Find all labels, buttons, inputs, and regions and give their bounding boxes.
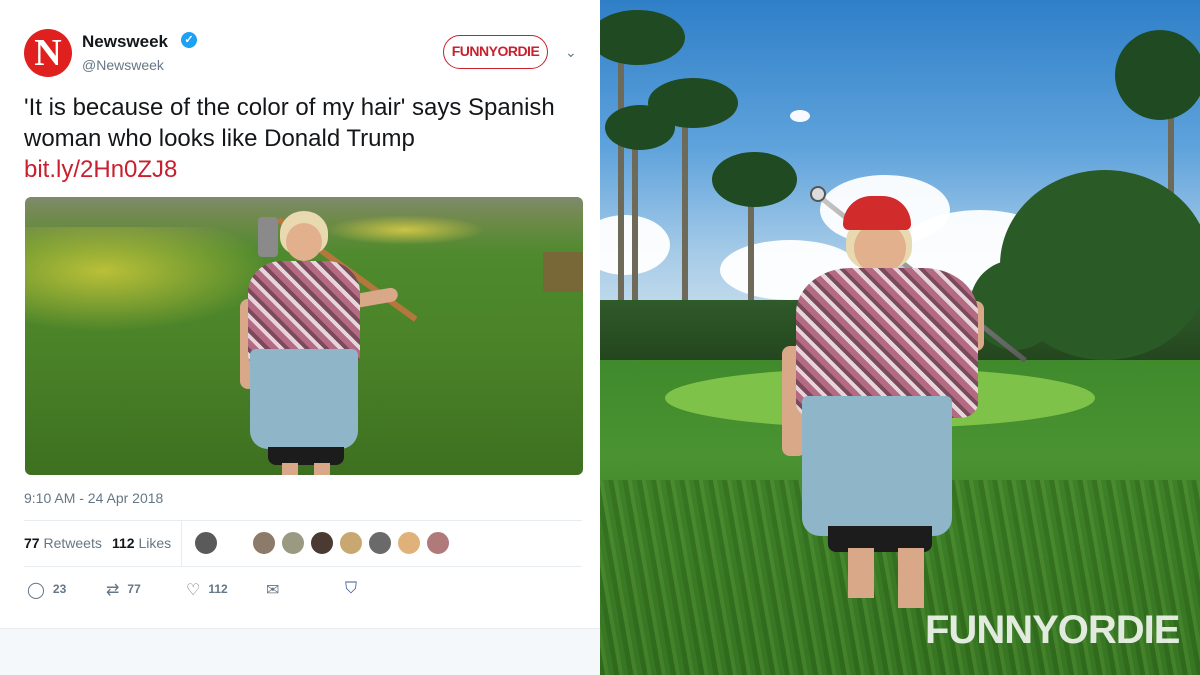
retweet-count: 77 [127,582,141,596]
like-count: 112 [208,582,228,596]
retweets-count: 77 [24,535,40,551]
liker-avatar[interactable] [281,531,305,555]
liker-avatar[interactable] [339,531,363,555]
liker-avatar[interactable] [310,531,334,555]
envelope-icon: ✉ [266,582,280,599]
pocket-icon: ⛉ [345,580,358,597]
stat-separator [181,521,182,566]
reply-count: 23 [52,582,67,596]
woman-with-golf-club [780,196,990,636]
funny-or-die-watermark: FUNNYORDIE [925,608,1180,652]
retweets-stat[interactable]: 77 Retweets [24,535,102,551]
verified-badge-icon: ✓ [181,32,197,48]
tweet-link[interactable]: bit.ly/2Hn0ZJ8 [24,156,177,183]
like-button[interactable]: ♡ 112 [186,580,228,600]
palm-fronds [1115,30,1200,120]
funny-or-die-follow-badge[interactable]: FUNNYORDIE [443,35,548,69]
liker-avatar[interactable] [426,531,450,555]
soil-patch [543,252,583,292]
account-handle[interactable]: @Newsweek [82,57,164,73]
divider [24,520,582,521]
pocket-button[interactable]: ⛉ [345,580,365,598]
liker-avatar[interactable] [194,531,218,555]
tweet-media-image[interactable] [25,197,583,475]
reply-button[interactable]: ◯ 23 [27,580,66,600]
liker-avatar[interactable] [397,531,421,555]
tweet-text: 'It is because of the color of my hair' … [24,92,564,185]
likes-stat[interactable]: 112 Likes [112,535,171,551]
liker-avatar[interactable] [368,531,392,555]
heart-icon: ♡ [186,582,201,599]
tweet-card: N Newsweek ✓ @Newsweek FUNNYORDIE ⌄ 'It … [0,0,600,675]
direct-message-button[interactable]: ✉ [266,580,287,600]
reply-icon: ◯ [27,582,45,599]
likes-label: Likes [138,535,172,551]
retweet-icon: ⇄ [106,582,120,599]
account-name[interactable]: Newsweek [82,32,168,52]
chevron-down-icon[interactable]: ⌄ [565,44,577,61]
likes-count: 112 [112,535,135,551]
divider [24,566,582,567]
woman-with-hoe [230,209,420,475]
palm-fronds [648,78,738,128]
newsweek-avatar[interactable]: N [24,29,72,77]
liker-avatar[interactable] [252,531,276,555]
cloud [790,110,810,122]
retweet-button[interactable]: ⇄ 77 [106,580,141,600]
tweet-timestamp[interactable]: 9:10 AM - 24 Apr 2018 [24,490,163,506]
tweet-body: 'It is because of the color of my hair' … [24,94,555,152]
tweet-footer-band [0,628,600,675]
retweets-label: Retweets [43,535,102,551]
